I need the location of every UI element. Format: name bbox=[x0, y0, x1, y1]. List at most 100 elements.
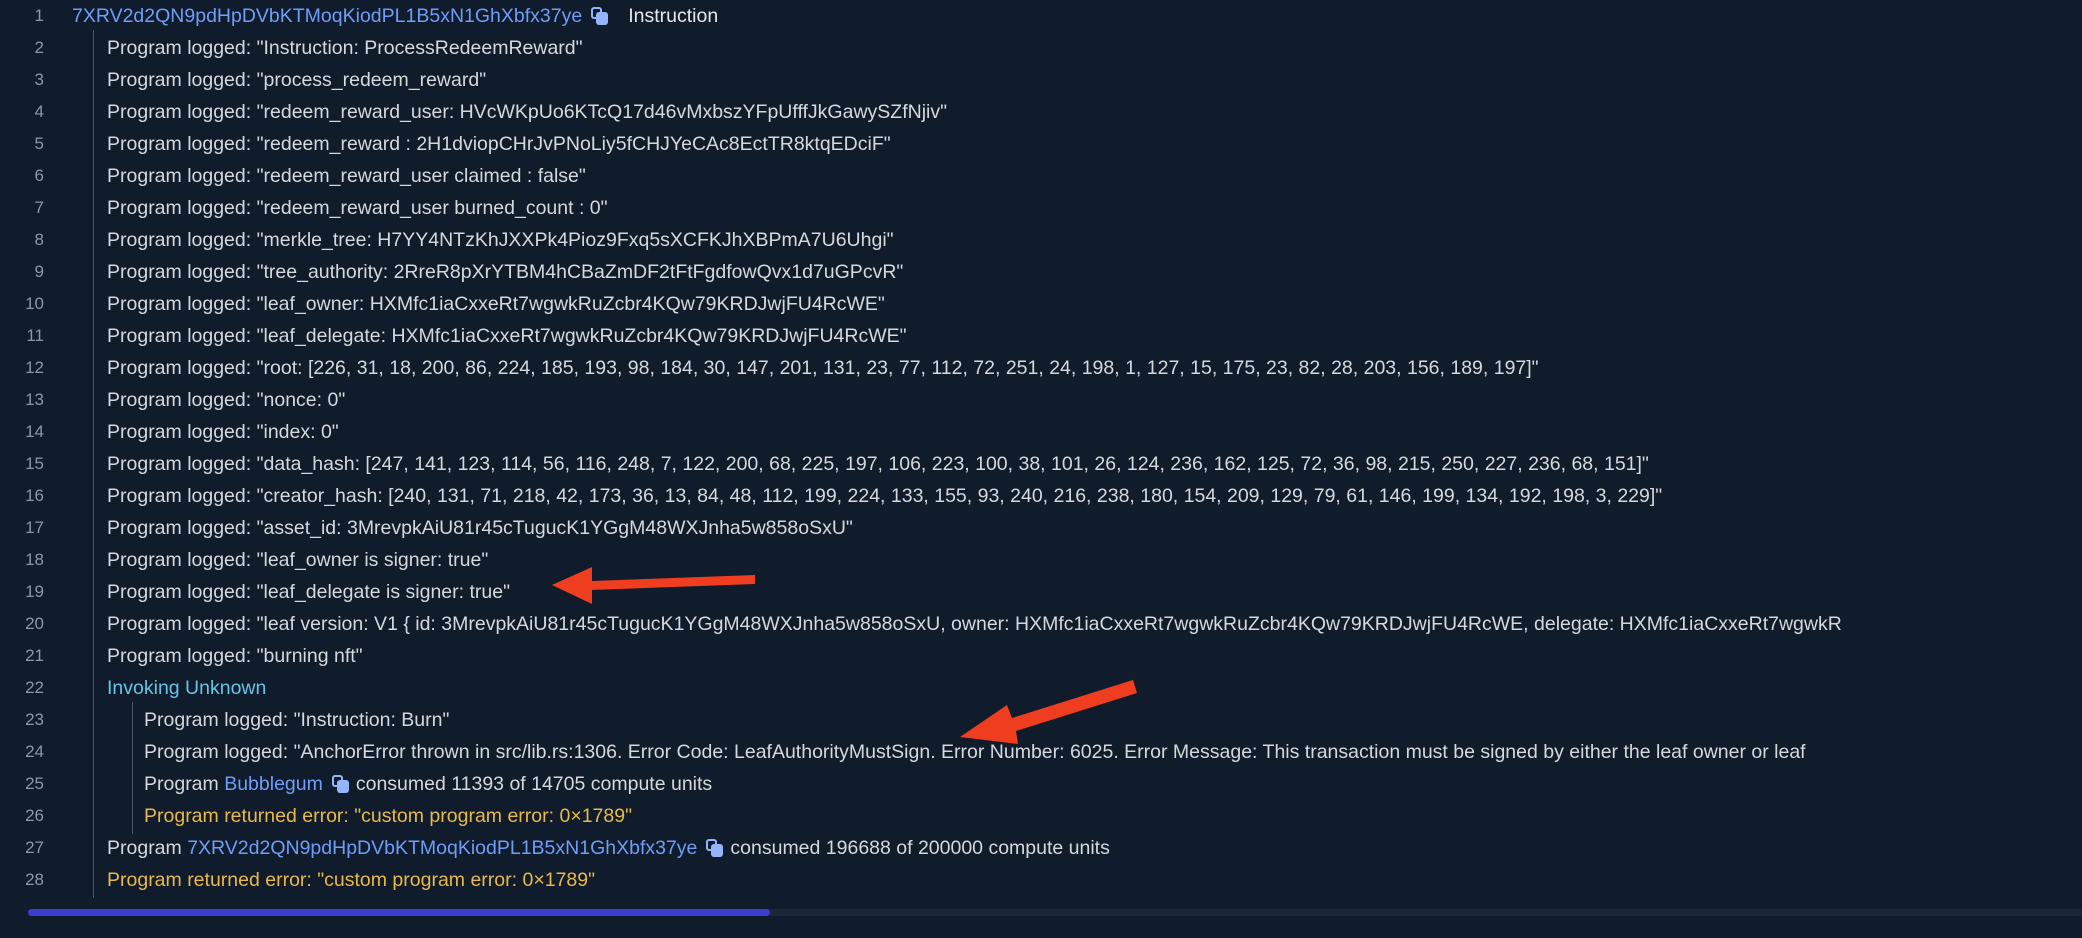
log-line-content: Program logged: "asset_id: 3MrevpkAiU81r… bbox=[58, 510, 2082, 546]
program-name-link[interactable]: Bubblegum bbox=[224, 773, 323, 795]
log-line-anchor-error: 24 Program logged: "AnchorError thrown in… bbox=[0, 734, 2082, 770]
line-number: 28 bbox=[25, 870, 44, 889]
program-id-link[interactable]: 7XRV2d2QN9pdHpDVbKTMoqKiodPL1B5xN1GhXbfx… bbox=[72, 5, 582, 27]
log-line: 3 Program logged: "process_redeem_reward" bbox=[0, 62, 2082, 98]
log-line: 25 Program Bubblegum consumed 11393 of 147… bbox=[0, 766, 2082, 802]
log-line: 16 Program logged: "creator_hash: [240, 1… bbox=[0, 478, 2082, 514]
log-line: 23 Program logged: "Instruction: Burn" bbox=[0, 702, 2082, 738]
line-number: 20 bbox=[25, 614, 44, 633]
log-line: 14 Program logged: "index: 0" bbox=[0, 414, 2082, 450]
log-line: 11 Program logged: "leaf_delegate: HXMfc1… bbox=[0, 318, 2082, 354]
line-number: 6 bbox=[34, 166, 44, 185]
log-lines-container[interactable]: 1 7XRV2d2QN9pdHpDVbKTMoqKiodPL1B5xN1GhXb… bbox=[0, 0, 2082, 908]
log-text: Program logged: "leaf_delegate: HXMfc1ia… bbox=[107, 325, 907, 347]
copy-icon-front bbox=[596, 12, 609, 25]
log-line-content: Program logged: "data_hash: [247, 141, 1… bbox=[58, 446, 2082, 482]
line-number: 11 bbox=[26, 326, 44, 345]
log-line: 9 Program logged: "tree_authority: 2RreR8… bbox=[0, 254, 2082, 290]
log-line-content: Program logged: "redeem_reward_user: HVc… bbox=[58, 94, 2082, 130]
log-text-suffix: consumed 11393 of 14705 compute units bbox=[355, 773, 713, 795]
log-line: 7 Program logged: "redeem_reward_user bur… bbox=[0, 190, 2082, 226]
log-text-prefix: Program bbox=[107, 837, 188, 859]
log-line-content: Program logged: "leaf_delegate is signer… bbox=[58, 574, 2082, 610]
line-number: 3 bbox=[34, 70, 44, 89]
log-line: 21 Program logged: "burning nft" bbox=[0, 638, 2082, 674]
log-line-content: Program 7XRV2d2QN9pdHpDVbKTMoqKiodPL1B5x… bbox=[58, 830, 2082, 866]
log-text: Program logged: "leaf_owner is signer: t… bbox=[107, 549, 489, 571]
copy-icon-front bbox=[711, 844, 724, 857]
program-error-text: Program returned error: "custom program … bbox=[144, 805, 633, 827]
log-text: Program logged: "Instruction: ProcessRed… bbox=[107, 37, 583, 59]
copy-icon[interactable] bbox=[331, 775, 349, 793]
line-number: 13 bbox=[25, 390, 44, 409]
program-error-text: Program returned error: "custom program … bbox=[107, 869, 596, 891]
log-line: 12 Program logged: "root: [226, 31, 18, 2… bbox=[0, 350, 2082, 386]
log-line-content: Program logged: "leaf_owner: HXMfc1iaCxx… bbox=[58, 286, 2082, 322]
log-text: Program logged: "process_redeem_reward" bbox=[107, 69, 487, 91]
line-number: 7 bbox=[34, 198, 44, 217]
log-line-content: Program logged: "Instruction: ProcessRed… bbox=[58, 30, 2082, 66]
log-line-content: Program returned error: "custom program … bbox=[58, 798, 2082, 834]
log-line-content: Program logged: "index: 0" bbox=[58, 414, 2082, 450]
log-line: 4 Program logged: "redeem_reward_user: HV… bbox=[0, 94, 2082, 130]
log-line-content: Program logged: "redeem_reward_user burn… bbox=[58, 190, 2082, 226]
transaction-log-viewer: 1 7XRV2d2QN9pdHpDVbKTMoqKiodPL1B5xN1GhXb… bbox=[0, 0, 2082, 938]
line-number: 1 bbox=[34, 6, 44, 25]
copy-icon-front bbox=[336, 780, 349, 793]
log-line: 28 Program returned error: "custom progra… bbox=[0, 862, 2082, 898]
horizontal-scrollbar-thumb[interactable] bbox=[28, 909, 770, 916]
log-line: 8 Program logged: "merkle_tree: H7YY4NTzK… bbox=[0, 222, 2082, 258]
log-text: Program logged: "redeem_reward_user burn… bbox=[107, 197, 608, 219]
log-text: Program logged: "burning nft" bbox=[107, 645, 363, 667]
line-number: 16 bbox=[25, 486, 44, 505]
log-text: Program logged: "asset_id: 3MrevpkAiU81r… bbox=[107, 517, 853, 539]
log-text: Program logged: "redeem_reward_user: HVc… bbox=[107, 101, 948, 123]
log-text: Program logged: "root: [226, 31, 18, 200… bbox=[107, 357, 1539, 379]
log-line-content: Program logged: "tree_authority: 2RreR8p… bbox=[58, 254, 2082, 290]
line-number: 26 bbox=[25, 806, 44, 825]
log-text: Program logged: "nonce: 0" bbox=[107, 389, 346, 411]
log-text: Program logged: "Instruction: Burn" bbox=[144, 709, 450, 731]
log-line-content: Program logged: "root: [226, 31, 18, 200… bbox=[58, 350, 2082, 386]
line-number: 5 bbox=[34, 134, 44, 153]
line-number: 22 bbox=[25, 678, 44, 697]
log-line-content: Program logged: "AnchorError thrown in s… bbox=[58, 734, 2082, 770]
line-number: 19 bbox=[25, 582, 44, 601]
log-line-content: Program logged: "redeem_reward : 2H1dvio… bbox=[58, 126, 2082, 162]
log-text: Program logged: "creator_hash: [240, 131… bbox=[107, 485, 1663, 507]
log-line: 6 Program logged: "redeem_reward_user cla… bbox=[0, 158, 2082, 194]
log-line-content: Program logged: "nonce: 0" bbox=[58, 382, 2082, 418]
horizontal-scrollbar-track[interactable] bbox=[28, 909, 2082, 916]
log-text: Program logged: "redeem_reward : 2H1dvio… bbox=[107, 133, 891, 155]
line-number: 21 bbox=[25, 646, 44, 665]
copy-icon[interactable] bbox=[706, 839, 724, 857]
line-number: 12 bbox=[25, 358, 44, 377]
log-line: 15 Program logged: "data_hash: [247, 141,… bbox=[0, 446, 2082, 482]
line-number: 27 bbox=[25, 838, 44, 857]
log-text: Program logged: "leaf version: V1 { id: … bbox=[107, 613, 1842, 635]
log-line: 27 Program 7XRV2d2QN9pdHpDVbKTMoqKiodPL1B… bbox=[0, 830, 2082, 866]
log-line-content: Program returned error: "custom program … bbox=[58, 862, 2082, 898]
line-number: 14 bbox=[25, 422, 44, 441]
log-line-content: 7XRV2d2QN9pdHpDVbKTMoqKiodPL1B5xN1GhXbfx… bbox=[58, 0, 2082, 32]
line-number: 2 bbox=[34, 38, 44, 57]
log-line: 2 Program logged: "Instruction: ProcessRe… bbox=[0, 30, 2082, 66]
log-text-suffix: consumed 196688 of 200000 compute units bbox=[730, 837, 1110, 859]
line-number: 10 bbox=[25, 294, 44, 313]
log-line-leaf-delegate-is-signer: 19 Program logged: "leaf_delegate is sign… bbox=[0, 574, 2082, 610]
log-line: 26 Program returned error: "custom progra… bbox=[0, 798, 2082, 834]
log-line-content: Program logged: "leaf_delegate: HXMfc1ia… bbox=[58, 318, 2082, 354]
log-line-content: Program Bubblegum consumed 11393 of 14705… bbox=[58, 766, 2082, 802]
line-number: 18 bbox=[25, 550, 44, 569]
log-line-content: Program logged: "leaf version: V1 { id: … bbox=[58, 606, 2082, 642]
log-line: 17 Program logged: "asset_id: 3MrevpkAiU8… bbox=[0, 510, 2082, 546]
instruction-label: Instruction bbox=[628, 5, 719, 27]
invoking-unknown-link[interactable]: Invoking Unknown bbox=[107, 677, 266, 699]
line-number: 24 bbox=[25, 742, 44, 761]
line-number: 4 bbox=[34, 102, 44, 121]
line-number: 15 bbox=[25, 454, 44, 473]
copy-icon[interactable] bbox=[591, 7, 609, 25]
log-line: 20 Program logged: "leaf version: V1 { id… bbox=[0, 606, 2082, 642]
log-text: Program logged: "leaf_owner: HXMfc1iaCxx… bbox=[107, 293, 885, 315]
program-id-link[interactable]: 7XRV2d2QN9pdHpDVbKTMoqKiodPL1B5xN1GhXbfx… bbox=[187, 837, 697, 859]
